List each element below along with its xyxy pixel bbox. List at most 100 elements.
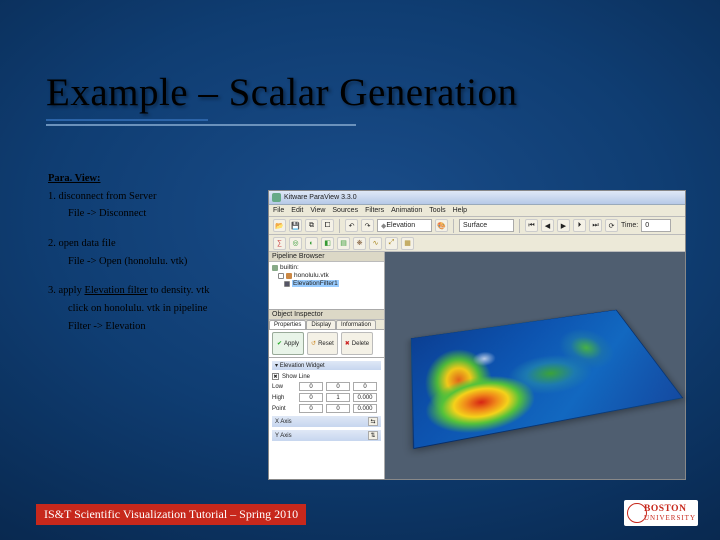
section-heading: Para. View: bbox=[48, 172, 278, 187]
menu-edit[interactable]: Edit bbox=[291, 207, 303, 214]
visibility-icon[interactable] bbox=[278, 273, 284, 279]
representation-dropdown[interactable]: Surface bbox=[459, 219, 514, 232]
delete-label: Delete bbox=[352, 341, 369, 347]
footer-bar: IS&T Scientific Visualization Tutorial –… bbox=[36, 504, 306, 525]
logo-line-1: BOSTON bbox=[644, 504, 696, 514]
logo-line-2: UNIVERSITY bbox=[644, 514, 696, 522]
low-z-input[interactable]: 0 bbox=[353, 382, 377, 391]
tab-information[interactable]: Information bbox=[336, 320, 376, 329]
redo-icon[interactable]: ↷ bbox=[361, 219, 374, 232]
point-y-input[interactable]: 0 bbox=[326, 404, 350, 413]
visibility-icon[interactable] bbox=[284, 281, 290, 287]
pipeline-item-label-selected: ElevationFilter1 bbox=[292, 280, 339, 287]
pipeline-item-label: honolulu.vtk bbox=[294, 272, 329, 279]
left-panel: Pipeline Browser builtin: honolulu.vtk E… bbox=[269, 252, 385, 479]
checkbox-icon[interactable]: ✖ bbox=[272, 373, 279, 380]
render-view[interactable] bbox=[385, 252, 685, 479]
x-axis-label: X Axis bbox=[275, 419, 292, 425]
time-value-field[interactable]: 0 bbox=[641, 219, 671, 232]
undo-icon[interactable]: ↶ bbox=[345, 219, 358, 232]
pipeline-browser-title: Pipeline Browser bbox=[269, 252, 384, 262]
delete-button[interactable]: ✖Delete bbox=[341, 332, 373, 355]
group-icon[interactable]: ▦ bbox=[401, 237, 414, 250]
open-icon[interactable]: 📂 bbox=[273, 219, 286, 232]
color-field-dropdown[interactable]: ◆ Elevation bbox=[377, 219, 432, 232]
low-y-input[interactable]: 0 bbox=[326, 382, 350, 391]
menu-sources[interactable]: Sources bbox=[332, 207, 358, 214]
elevation-panel: ▾ Elevation Widget ✖ Show Line Low 0 0 0… bbox=[269, 358, 384, 479]
x-axis-row: X Axis ⇆ bbox=[272, 416, 381, 427]
high-y-input[interactable]: 1 bbox=[326, 393, 350, 402]
step-2-detail: File -> Open (honolulu. vtk) bbox=[68, 255, 278, 270]
stream-icon[interactable]: ∿ bbox=[369, 237, 382, 250]
window-titlebar: Kitware ParaView 3.3.0 bbox=[269, 191, 685, 205]
toolbar-separator bbox=[339, 219, 340, 233]
y-axis-button[interactable]: ⇅ bbox=[368, 431, 378, 440]
step-3-underlined: Elevation filter bbox=[84, 285, 147, 296]
pipeline-item-honolulu[interactable]: honolulu.vtk bbox=[278, 272, 381, 279]
color-field-value: Elevation bbox=[386, 222, 415, 229]
slide-title-block: Example – Scalar Generation bbox=[46, 70, 576, 126]
warp-icon[interactable]: ⤢ bbox=[385, 237, 398, 250]
save-icon[interactable]: 💾 bbox=[289, 219, 302, 232]
tab-properties[interactable]: Properties bbox=[269, 320, 306, 329]
high-z-input[interactable]: 0.000 bbox=[353, 393, 377, 402]
step-2: 2. open data file bbox=[48, 237, 278, 252]
pipeline-item-elevation[interactable]: ElevationFilter1 bbox=[284, 280, 381, 287]
step-1: 1. disconnect from Server bbox=[48, 190, 278, 205]
high-point-row: High 0 1 0.000 bbox=[272, 393, 381, 402]
tab-display[interactable]: Display bbox=[306, 320, 336, 329]
apply-button[interactable]: ✔Apply bbox=[272, 332, 304, 355]
last-frame-icon[interactable]: ⏭ bbox=[589, 219, 602, 232]
slice-icon[interactable]: ◧ bbox=[321, 237, 334, 250]
low-point-row: Low 0 0 0 bbox=[272, 382, 381, 391]
toolbar-main: 📂 💾 ⧉ ⧠ ↶ ↷ ◆ Elevation 🎨 Surface ⏮ ◀ ▶ … bbox=[269, 217, 685, 235]
time-label: Time: bbox=[621, 222, 638, 229]
point-row: Point 0 0 0.000 bbox=[272, 404, 381, 413]
menu-help[interactable]: Help bbox=[453, 207, 467, 214]
app-main-area: Pipeline Browser builtin: honolulu.vtk E… bbox=[269, 252, 685, 479]
high-x-input[interactable]: 0 bbox=[299, 393, 323, 402]
elevation-section-title: Elevation Widget bbox=[280, 363, 325, 369]
point-z-input[interactable]: 0.000 bbox=[353, 404, 377, 413]
pipeline-item-builtin[interactable]: builtin: bbox=[272, 264, 381, 271]
bu-seal-icon bbox=[627, 503, 647, 523]
instruction-body: Para. View: 1. disconnect from Server Fi… bbox=[48, 172, 278, 338]
step-3-post: to density. vtk bbox=[148, 285, 210, 296]
menu-animation[interactable]: Animation bbox=[391, 207, 422, 214]
step-3-detail-b: Filter -> Elevation bbox=[68, 320, 278, 335]
menu-file[interactable]: File bbox=[273, 207, 284, 214]
point-x-input[interactable]: 0 bbox=[299, 404, 323, 413]
next-frame-icon[interactable]: ⏵ bbox=[573, 219, 586, 232]
threshold-icon[interactable]: ▤ bbox=[337, 237, 350, 250]
window-title: Kitware ParaView 3.3.0 bbox=[284, 194, 357, 201]
inspector-tabs: Properties Display Information bbox=[269, 320, 384, 330]
title-underline bbox=[46, 119, 208, 121]
show-line-row: ✖ Show Line bbox=[272, 373, 381, 380]
menu-filters[interactable]: Filters bbox=[365, 207, 384, 214]
connect-icon[interactable]: ⧉ bbox=[305, 219, 318, 232]
clip-icon[interactable]: ◐ bbox=[305, 237, 318, 250]
first-frame-icon[interactable]: ⏮ bbox=[525, 219, 538, 232]
prev-frame-icon[interactable]: ◀ bbox=[541, 219, 554, 232]
glyph-icon[interactable]: ❋ bbox=[353, 237, 366, 250]
slide-title: Example – Scalar Generation bbox=[46, 70, 576, 115]
x-axis-button[interactable]: ⇆ bbox=[368, 417, 378, 426]
contour-icon[interactable]: ◎ bbox=[289, 237, 302, 250]
menubar: File Edit View Sources Filters Animation… bbox=[269, 205, 685, 217]
play-icon[interactable]: ▶ bbox=[557, 219, 570, 232]
low-x-input[interactable]: 0 bbox=[299, 382, 323, 391]
menu-view[interactable]: View bbox=[310, 207, 325, 214]
object-inspector-title: Object Inspector bbox=[269, 310, 384, 320]
step-3: 3. apply Elevation filter to density. vt… bbox=[48, 284, 278, 299]
reset-button[interactable]: ↺Reset bbox=[307, 332, 338, 355]
loop-icon[interactable]: ⟳ bbox=[605, 219, 618, 232]
calculator-icon[interactable]: ∑ bbox=[273, 237, 286, 250]
low-label: Low bbox=[272, 384, 296, 390]
colormap-icon[interactable]: 🎨 bbox=[435, 219, 448, 232]
menu-tools[interactable]: Tools bbox=[429, 207, 445, 214]
disconnect-icon[interactable]: ⧠ bbox=[321, 219, 334, 232]
step-3-pre: 3. apply bbox=[48, 285, 84, 296]
app-icon bbox=[272, 193, 281, 202]
server-icon bbox=[272, 265, 278, 271]
